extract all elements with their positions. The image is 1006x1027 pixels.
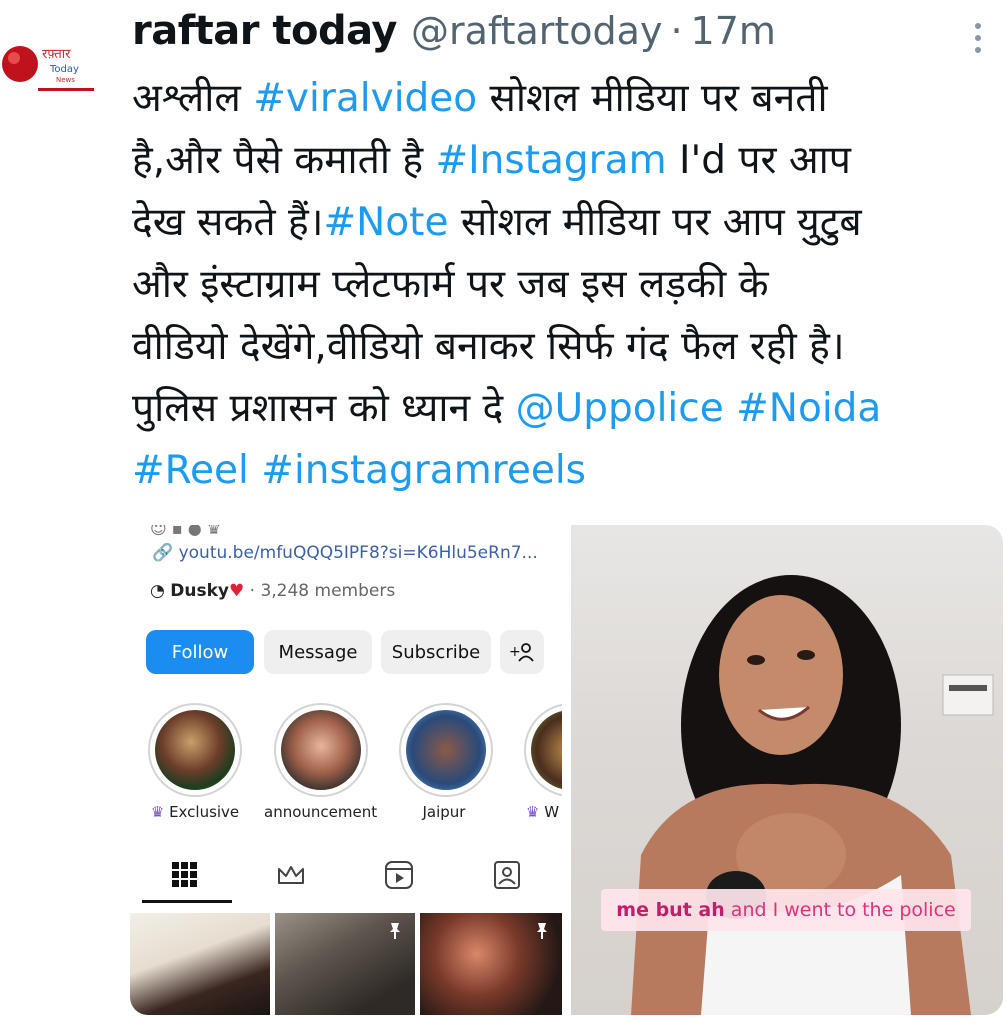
- hashtag-link[interactable]: #instagramreels: [261, 448, 586, 493]
- channel-members: · 3,248 members: [249, 581, 396, 601]
- video-caption: me but ah and I went to the police: [601, 889, 971, 931]
- highlight-label: announcement: [264, 803, 378, 821]
- tweet-text-segment: देख सकते हैं।: [132, 200, 324, 245]
- post-thumbnail[interactable]: [130, 913, 270, 1015]
- hashtag-link[interactable]: #Instagram: [435, 138, 666, 183]
- video-frame-illustration: [631, 575, 994, 1015]
- highlight-exclusive[interactable]: [148, 703, 242, 797]
- tweet-header: raftar today @raftartoday · 17m: [132, 8, 962, 60]
- tweet-text-segment: पुलिस प्रशासन को ध्यान दे: [132, 386, 516, 431]
- tweet-text-segment: अश्लील: [132, 76, 254, 121]
- hashtag-link[interactable]: #Noida: [736, 386, 881, 431]
- pin-icon: [537, 923, 547, 939]
- posts-grid: [130, 913, 562, 1015]
- highlight-partial[interactable]: [524, 703, 562, 797]
- highlight-label: ♛ Exclusive: [150, 803, 240, 821]
- tweet-text-line: है,और पैसे कमाती है #Instagram I'd पर आप: [132, 130, 1002, 192]
- profile-link[interactable]: 🔗 youtu.be/mfuQQQ5IPF8?si=K6Hlu5eRn7...: [152, 543, 538, 563]
- display-name[interactable]: raftar today: [132, 8, 397, 54]
- svg-text:+: +: [509, 644, 521, 660]
- tagged-icon[interactable]: [487, 855, 527, 895]
- highlight-announcement[interactable]: [274, 703, 368, 797]
- tweet-text-segment: [724, 386, 736, 431]
- tweet-text-segment: [249, 448, 261, 493]
- channel-name: Dusky: [170, 581, 229, 601]
- subscribe-button[interactable]: Subscribe: [381, 630, 491, 674]
- avatar[interactable]: रफ़्तार Today News: [0, 38, 100, 98]
- avatar-logo-text: रफ़्तार: [42, 47, 71, 62]
- tweet-text-segment: सोशल मीडिया पर आप युटुब: [448, 200, 862, 245]
- reels-icon[interactable]: [379, 855, 419, 895]
- grid-icon[interactable]: [165, 855, 205, 895]
- media-image-video-still[interactable]: me but ah and I went to the police: [571, 525, 1003, 1015]
- tweet-text-line: वीडियो देखेंगे,वीडियो बनाकर सिर्फ गंद फै…: [132, 316, 1002, 378]
- tweet-text: अश्लील #viralvideo सोशल मीडिया पर बनती है…: [132, 68, 1002, 502]
- more-options-icon[interactable]: [968, 18, 988, 58]
- tweet-text-segment: सोशल मीडिया पर बनती: [477, 76, 828, 121]
- crown-icon: ♛: [150, 803, 165, 821]
- crown-tab-icon[interactable]: [271, 855, 311, 895]
- highlight-label: Jaipur: [422, 803, 466, 821]
- active-tab-indicator: [142, 900, 232, 903]
- tweet-text-segment: है,और पैसे कमाती है: [132, 138, 436, 183]
- mention-link[interactable]: @Uppolice: [516, 386, 724, 431]
- user-handle[interactable]: @raftartoday: [411, 9, 662, 53]
- message-button[interactable]: Message: [264, 630, 372, 674]
- tweet-text-segment: I'd पर आप: [666, 138, 851, 183]
- broadcast-channel[interactable]: ◔ Dusky♥ · 3,248 members: [150, 581, 395, 601]
- tweet-text-line: #Reel #instagramreels: [132, 440, 1002, 502]
- highlight-label: ♛ W: [526, 803, 560, 821]
- pin-icon: [390, 923, 400, 939]
- channel-icon: ◔: [150, 581, 165, 601]
- post-thumbnail[interactable]: [420, 913, 562, 1015]
- tweet-text-segment: और इंस्टाग्राम प्लेटफार्म पर जब इस लड़की…: [132, 262, 769, 307]
- tweet-text-line: पुलिस प्रशासन को ध्यान दे @Uppolice #Noi…: [132, 378, 1002, 440]
- tweet-text-line: देख सकते हैं।#Note सोशल मीडिया पर आप युट…: [132, 192, 1002, 254]
- hashtag-link[interactable]: #Note: [323, 200, 448, 245]
- highlight-jaipur[interactable]: [399, 703, 493, 797]
- tweet-text-line: और इंस्टाग्राम प्लेटफार्म पर जब इस लड़की…: [132, 254, 1002, 316]
- add-user-icon: +: [509, 643, 534, 662]
- caption-bold: me but ah: [616, 899, 725, 921]
- avatar-logo-sub: Today: [49, 64, 79, 75]
- caption-rest: and I went to the police: [724, 899, 956, 921]
- hashtag-link[interactable]: #Reel: [132, 448, 249, 493]
- tweet-text-line: अश्लील #viralvideo सोशल मीडिया पर बनती: [132, 68, 1002, 130]
- emoji-strip: ☺ ▪ ● ♛: [150, 525, 222, 538]
- follow-button[interactable]: Follow: [146, 630, 254, 674]
- tweet-timestamp[interactable]: 17m: [691, 9, 776, 53]
- add-user-button[interactable]: +: [500, 630, 544, 674]
- crown-icon: ♛: [526, 803, 540, 821]
- hashtag-link[interactable]: #viralvideo: [253, 76, 477, 121]
- heart-icon: ♥: [228, 581, 245, 601]
- separator-dot: ·: [670, 9, 683, 53]
- media-image-instagram-profile[interactable]: ☺ ▪ ● ♛ 🔗 youtu.be/mfuQQQ5IPF8?si=K6Hlu5…: [130, 525, 562, 1015]
- tweet-text-segment: वीडियो देखेंगे,वीडियो बनाकर सिर्फ गंद फै…: [132, 324, 845, 369]
- post-thumbnail[interactable]: [275, 913, 415, 1015]
- avatar-logo-tag: News: [56, 76, 75, 84]
- profile-tabs: [130, 855, 562, 905]
